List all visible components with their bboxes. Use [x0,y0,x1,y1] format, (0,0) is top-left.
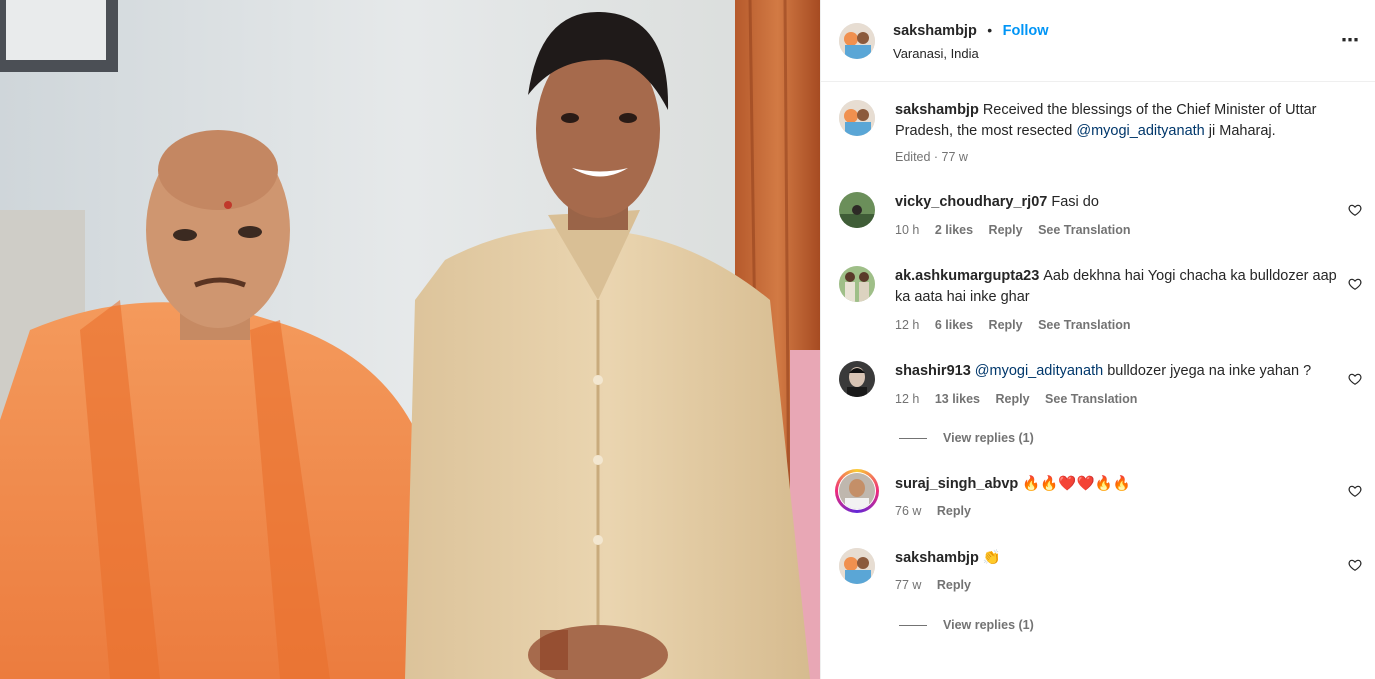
see-translation-button[interactable]: See Translation [1045,392,1137,406]
caption-body-2: ji Maharaj. [1204,123,1276,139]
reply-button[interactable]: Reply [989,223,1023,237]
comment-likes[interactable]: 6 likes [935,318,973,332]
comment-body: bulldozer jyega na inke yahan ? [1103,363,1312,379]
like-heart-icon[interactable] [1348,558,1362,572]
comment-time: 77 w [895,578,922,592]
reply-button[interactable]: Reply [996,392,1030,406]
comment-body: 🔥🔥❤️❤️🔥🔥 [1022,476,1131,492]
reply-button[interactable]: Reply [937,504,971,518]
see-translation-button[interactable]: See Translation [1038,318,1130,332]
caption-username[interactable]: sakshambjp [895,102,979,118]
like-heart-icon[interactable] [1348,372,1362,386]
view-replies-label: View replies (1) [943,618,1034,632]
post-photo[interactable] [0,0,820,679]
commenter-avatar[interactable] [839,266,875,302]
replies-divider [899,624,927,626]
commenter-avatar[interactable] [839,473,875,509]
comment-username[interactable]: sakshambjp [895,550,979,566]
caption-text: sakshambjp Received the blessings of the … [895,100,1345,142]
comment-meta: 10 h 2 likes Reply See Translation [895,223,1142,237]
see-translation-button[interactable]: See Translation [1038,223,1130,237]
comment-text: vicky_choudhary_rj07 Fasi do [895,192,1345,213]
post-location[interactable]: Varanasi, India [893,46,979,61]
commenter-avatar[interactable] [839,361,875,397]
view-replies-button[interactable]: View replies (1) [899,431,1034,445]
separator-dot: • [987,22,993,38]
comment-meta: 12 h 6 likes Reply See Translation [895,318,1142,332]
comment-meta: 76 w Reply [895,504,983,518]
follow-button[interactable]: Follow [1003,23,1049,39]
more-options-icon[interactable]: ⋯ [1341,30,1360,51]
comment-meta: 12 h 13 likes Reply See Translation [895,392,1149,406]
caption-mention-link[interactable]: @myogi_adityanath [1076,123,1204,139]
view-replies-button[interactable]: View replies (1) [899,618,1034,632]
story-ring[interactable] [835,469,879,513]
caption-meta: Edited · 77 w [895,150,968,164]
comment-time: 12 h [895,392,920,406]
author-avatar[interactable] [839,23,875,59]
like-heart-icon[interactable] [1348,484,1362,498]
comment-username[interactable]: shashir913 [895,363,971,379]
comment-likes[interactable]: 13 likes [935,392,980,406]
comment-text: ak.ashkumargupta23 Aab dekhna hai Yogi ch… [895,266,1345,308]
comment-body: Fasi do [1051,194,1099,210]
comment-text: sakshambjp 👏 [895,548,1345,569]
commenter-avatar[interactable] [839,548,875,584]
comment-username[interactable]: suraj_singh_abvp [895,476,1018,492]
comment-meta: 77 w Reply [895,578,983,592]
reply-button[interactable]: Reply [937,578,971,592]
comment-body: 👏 [982,550,1001,566]
comment-time: 10 h [895,223,920,237]
reply-button[interactable]: Reply [989,318,1023,332]
view-replies-label: View replies (1) [943,431,1034,445]
like-heart-icon[interactable] [1348,203,1362,217]
like-heart-icon[interactable] [1348,277,1362,291]
comment-time: 76 w [895,504,922,518]
post-header: sakshambjp • Follow Varanasi, India ⋯ [821,0,1375,82]
commenter-avatar[interactable] [839,192,875,228]
replies-divider [899,437,927,439]
comment-username[interactable]: vicky_choudhary_rj07 [895,194,1047,210]
post-image [0,0,820,679]
comment-username[interactable]: ak.ashkumargupta23 [895,268,1039,284]
author-username[interactable]: sakshambjp [893,23,977,39]
comment-mention-link[interactable]: @myogi_adityanath [975,363,1103,379]
comment-likes[interactable]: 2 likes [935,223,973,237]
caption-avatar[interactable] [839,100,875,136]
comment-time: 12 h [895,318,920,332]
comment-text: shashir913 @myogi_adityanath bulldozer jy… [895,361,1345,382]
comment-text: suraj_singh_abvp 🔥🔥❤️❤️🔥🔥 [895,474,1345,495]
post-detail-panel: sakshambjp • Follow Varanasi, India ⋯ sa… [820,0,1375,679]
